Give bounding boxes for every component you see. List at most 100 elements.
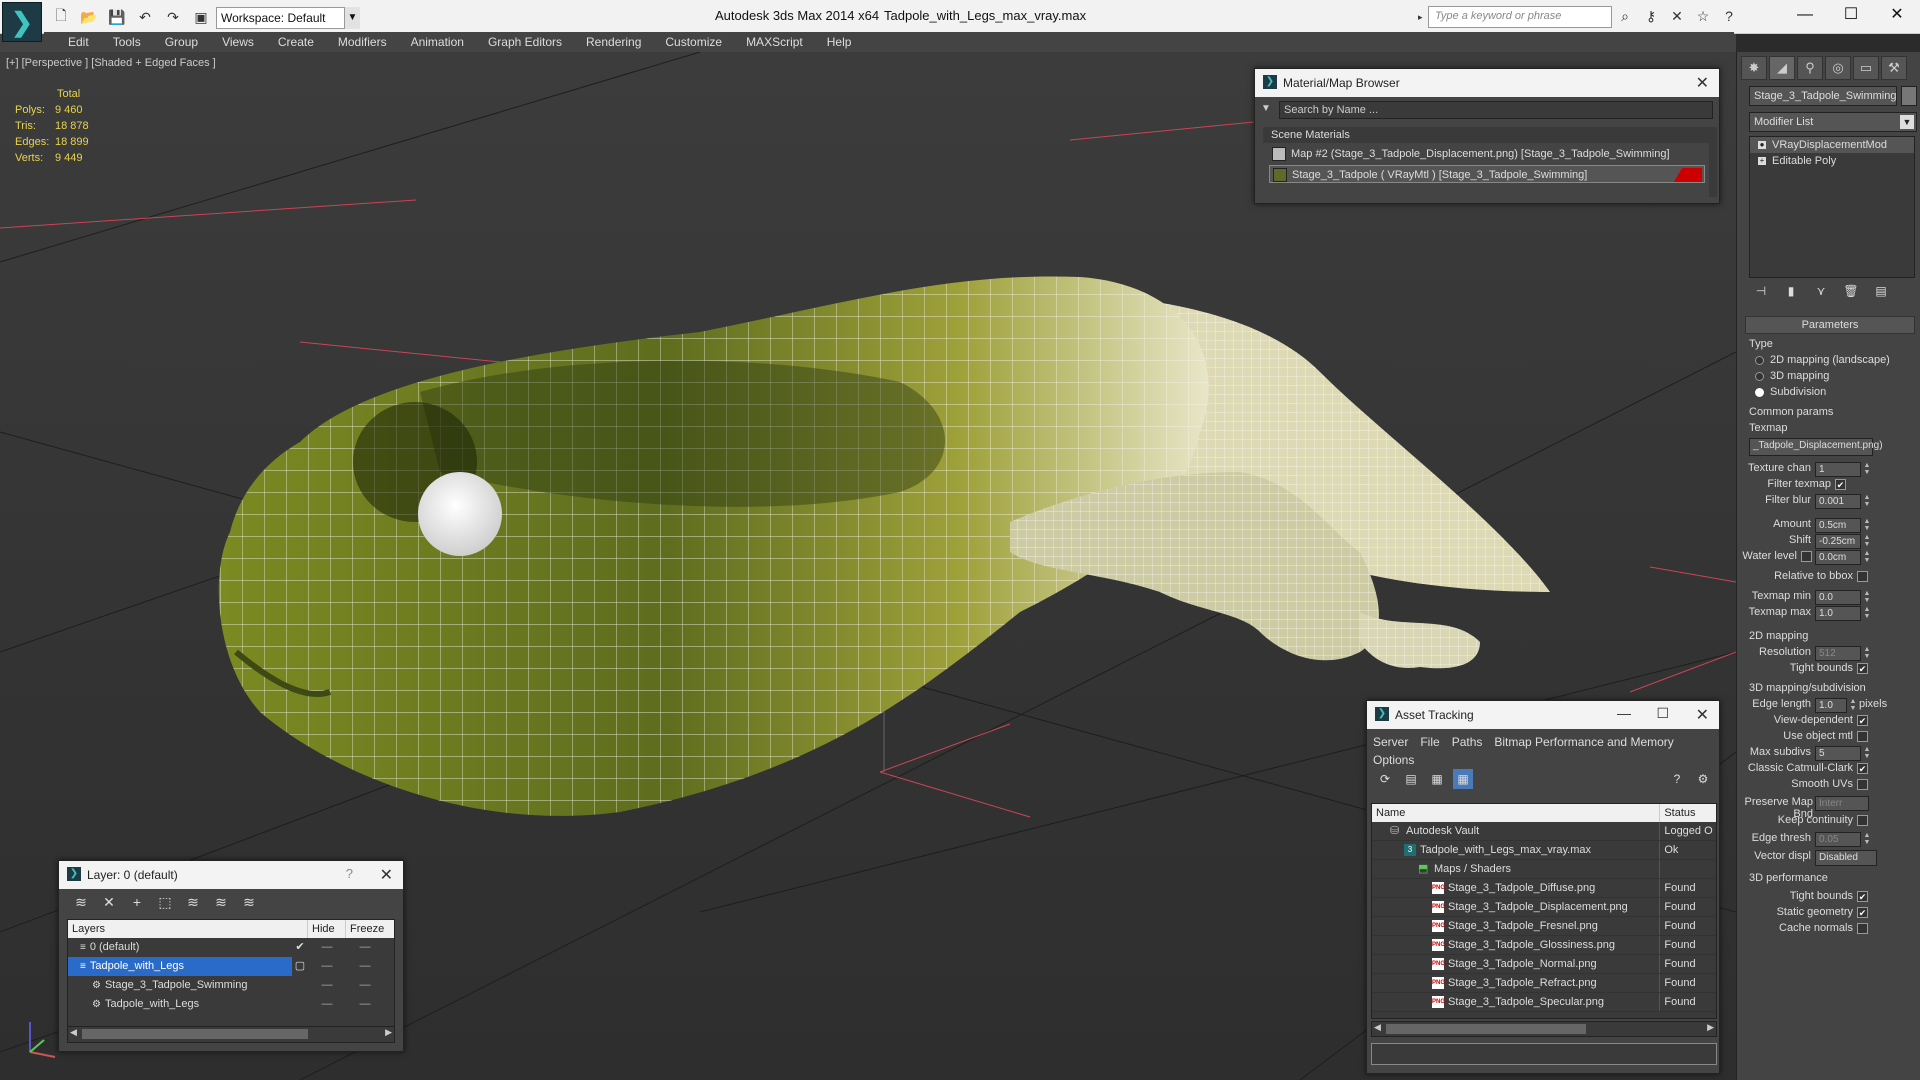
object-name-field[interactable]: Stage_3_Tadpole_Swimming (1749, 86, 1897, 106)
object-color-swatch[interactable] (1901, 86, 1917, 106)
menu-modifiers[interactable]: Modifiers (326, 32, 399, 52)
undo-icon[interactable]: ↶ (134, 6, 156, 28)
amount-field[interactable]: 0.5cm (1815, 518, 1861, 533)
material-browser-titlebar[interactable]: ❯ Material/Map Browser ✕ (1255, 69, 1719, 97)
menu-group[interactable]: Group (153, 32, 210, 52)
layers-icon[interactable]: ≋ (71, 892, 91, 912)
cache-normals-checkbox[interactable] (1857, 923, 1868, 934)
refresh-icon[interactable]: ⟳ (1375, 769, 1395, 789)
spinner-icon[interactable]: ▲ ▼ (1863, 746, 1871, 761)
select-objects-icon[interactable]: ⬚ (155, 892, 175, 912)
lightbulb-icon[interactable]: ● (1758, 141, 1766, 149)
classic-catmull-checkbox[interactable]: ✔ (1857, 763, 1868, 774)
scroll-left-icon[interactable]: ◀ (1374, 1022, 1381, 1033)
layer-name-cell[interactable]: ≡ Tadpole_with_Legs (68, 957, 292, 976)
exchange-icon[interactable]: ✕ (1668, 7, 1686, 25)
hide-toggle[interactable]: — (308, 938, 346, 957)
radio-dot[interactable] (1755, 355, 1764, 365)
menu-views[interactable]: Views (210, 32, 266, 52)
smooth-uvs-checkbox[interactable] (1857, 779, 1868, 790)
hide-toggle[interactable]: — (308, 976, 346, 995)
resolution-field[interactable]: 512 (1815, 646, 1861, 661)
column-name[interactable]: Name (1372, 804, 1661, 822)
stack-item-vraydisplacement[interactable]: ● VRayDisplacementMod (1750, 137, 1914, 153)
help-icon[interactable]: ? (1667, 769, 1687, 789)
utilities-tab-icon[interactable]: ⚒ (1881, 56, 1907, 80)
freeze-toggle[interactable]: — (346, 995, 384, 1014)
spinner-icon[interactable]: ▲ ▼ (1863, 518, 1871, 533)
column-hide[interactable]: Hide (308, 920, 346, 938)
search-input[interactable]: Type a keyword or phrase (1428, 6, 1612, 28)
scroll-right-icon[interactable]: ▶ (1707, 1022, 1714, 1033)
menu-bitmap-performance-and-memory[interactable]: Bitmap Performance and Memory (1494, 735, 1673, 749)
tight-bounds2-checkbox[interactable]: ✔ (1857, 891, 1868, 902)
workspace-dropdown-arrow-icon[interactable]: ▼ (344, 7, 360, 29)
scrollbar-thumb[interactable] (1386, 1024, 1586, 1034)
menu-paths[interactable]: Paths (1452, 735, 1483, 749)
hierarchy-tab-icon[interactable]: ⚲ (1797, 56, 1823, 80)
modifier-list-dropdown[interactable]: Modifier List ▼ (1749, 112, 1917, 132)
table-row[interactable]: PNG Stage_3_Tadpole_Diffuse.png Found (1372, 879, 1716, 898)
configure-sets-icon[interactable]: ▤ (1871, 284, 1891, 302)
menu-animation[interactable]: Animation (399, 32, 476, 52)
pin-stack-icon[interactable]: ⊣ (1751, 284, 1771, 302)
binoculars-icon[interactable]: ⌕ (1616, 7, 1634, 25)
maximize-button[interactable]: ☐ (1656, 705, 1669, 722)
shift-field[interactable]: -0.25cm (1815, 534, 1861, 549)
menu-help[interactable]: Help (815, 32, 864, 52)
modify-tab-icon[interactable]: ◢ (1769, 56, 1795, 80)
radio-3d-mapping[interactable]: 3D mapping (1755, 370, 1829, 382)
create-tab-icon[interactable]: ✸ (1741, 56, 1767, 80)
menu-graph-editors[interactable]: Graph Editors (476, 32, 574, 52)
table-row[interactable]: PNG Stage_3_Tadpole_Displacement.png Found (1372, 898, 1716, 917)
close-icon[interactable]: ✕ (380, 865, 393, 885)
menu-tools[interactable]: Tools (101, 32, 153, 52)
spinner-icon[interactable]: ▲ ▼ (1863, 462, 1871, 477)
settings-icon[interactable]: ⚙ (1693, 769, 1713, 789)
layer-titlebar[interactable]: ❯ Layer: 0 (default) ? ✕ (59, 861, 403, 889)
viewport-label[interactable]: [+] [Perspective ] [Shaded + Edged Faces… (6, 57, 216, 69)
open-file-icon[interactable]: 📂 (78, 6, 100, 28)
menu-create[interactable]: Create (266, 32, 326, 52)
table-row[interactable]: PNG Stage_3_Tadpole_Refract.png Found (1372, 974, 1716, 993)
material-browser-scrollbar[interactable] (1709, 127, 1717, 197)
create-layer-icon[interactable]: + (127, 892, 147, 912)
key-icon[interactable]: ⚷ (1642, 7, 1660, 25)
menu-maxscript[interactable]: MAXScript (734, 32, 815, 52)
scene-materials-group[interactable]: Scene Materials (1263, 127, 1711, 143)
relative-bbox-checkbox[interactable] (1857, 571, 1868, 582)
layer-name-cell[interactable]: ≡ 0 (default) (68, 938, 292, 957)
table-row[interactable]: PNG Stage_3_Tadpole_Glossiness.png Found (1372, 936, 1716, 955)
app-menu-logo[interactable]: ❯ (2, 2, 42, 42)
freeze-toggle[interactable]: — (346, 938, 384, 957)
workspace-select[interactable]: Workspace: Default (216, 7, 360, 29)
help-icon[interactable]: ? (1720, 7, 1738, 25)
material-list-item[interactable]: Map #2 (Stage_3_Tadpole_Displacement.png… (1269, 145, 1705, 163)
layer-row[interactable]: ≡ 0 (default) ✔ — — (68, 938, 394, 957)
current-layer-indicator[interactable] (292, 995, 308, 1014)
spinner-icon[interactable]: ▲ ▼ (1863, 832, 1871, 847)
favorites-star-icon[interactable]: ☆ (1694, 7, 1712, 25)
hide-all-icon[interactable]: ≋ (211, 892, 231, 912)
water-level-checkbox[interactable] (1801, 551, 1812, 562)
column-layers[interactable]: Layers (68, 920, 308, 938)
vector-displ-select[interactable]: Disabled (1815, 850, 1877, 866)
minimize-button[interactable]: — (1782, 0, 1828, 30)
spinner-icon[interactable]: ▲ ▼ (1849, 698, 1857, 713)
texmap-max-field[interactable]: 1.0 (1815, 606, 1861, 621)
edge-thresh-field[interactable]: 0.05 (1815, 832, 1861, 847)
show-end-result-icon[interactable]: ▮ (1781, 284, 1801, 302)
static-geometry-checkbox[interactable]: ✔ (1857, 907, 1868, 918)
layer-row[interactable]: ≡ Tadpole_with_Legs ▢ — — (68, 957, 394, 976)
list-view-icon[interactable]: ▤ (1401, 769, 1421, 789)
help-button[interactable]: ? (346, 866, 353, 881)
menu-edit[interactable]: Edit (56, 32, 101, 52)
make-unique-icon[interactable]: ⋎ (1811, 284, 1831, 302)
close-icon[interactable]: ✕ (1696, 73, 1709, 93)
search-options-arrow-icon[interactable]: ▼ (1261, 103, 1271, 114)
layer-name-cell[interactable]: ⚙ Stage_3_Tadpole_Swimming (68, 976, 292, 995)
delete-layer-icon[interactable]: ✕ (99, 892, 119, 912)
highlight-layer-icon[interactable]: ≋ (183, 892, 203, 912)
spinner-icon[interactable]: ▲ ▼ (1863, 646, 1871, 661)
minimize-button[interactable]: — (1617, 705, 1631, 721)
